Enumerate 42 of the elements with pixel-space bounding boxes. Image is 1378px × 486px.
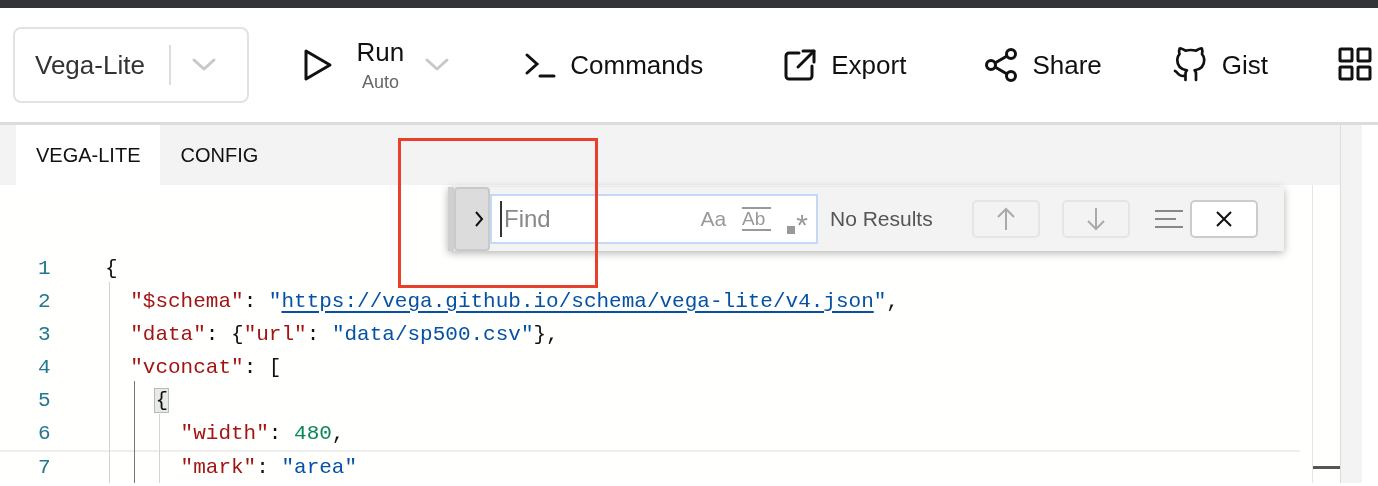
run-options-chevron-icon[interactable] [424,57,451,73]
code-line: "mark": "area" [105,451,358,484]
previous-match-button[interactable] [972,200,1040,238]
terminal-icon [524,52,557,78]
toggle-replace-button[interactable] [454,187,490,251]
lines-icon [1154,209,1184,229]
share-button[interactable]: Share [984,45,1102,85]
commands-button[interactable]: Commands [524,45,704,85]
chevron-right-icon [474,209,484,229]
close-icon [1214,209,1234,229]
line-number: 6 [37,420,52,447]
share-icon [984,47,1019,83]
play-icon [302,48,333,82]
github-cat-icon [1171,46,1208,84]
line-number: 5 [37,387,52,414]
next-match-button[interactable] [1062,200,1130,238]
find-input[interactable]: Find [500,201,693,237]
line-number: 3 [37,321,52,348]
code-line: "vconcat": [ [105,351,282,384]
code-line: { [105,255,118,282]
editor-tab[interactable]: CONFIG [160,125,279,185]
gist-button[interactable]: Gist [1171,45,1268,85]
close-button[interactable] [1190,200,1258,238]
chevron-down-icon [190,57,217,73]
external-link-icon [783,48,818,82]
run-button[interactable]: Run Auto [302,39,405,91]
editor-tab[interactable]: VEGA-LITE [16,125,161,185]
code-line: "width": 480, [105,417,345,450]
search-status: No Results [830,206,934,233]
splitter-bar[interactable] [1340,125,1362,483]
arrow-down-icon [1086,206,1106,232]
arrow-up-icon [996,206,1016,232]
line-number: 1 [37,255,52,282]
line-number: 4 [37,354,52,381]
find-in-selection-button[interactable] [1154,209,1184,229]
code-line: "$schema": "https://vega.github.io/schema/vega-lite/v4.json", [105,285,899,318]
export-button[interactable]: Export [783,45,907,85]
code-line: { [105,384,169,417]
code-line: "data": {"url": "data/sp500.csv"}, [105,318,559,351]
line-number: 2 [37,288,52,315]
mode-select[interactable]: Vega-Lite [13,27,249,103]
line-number: 7 [37,454,52,481]
